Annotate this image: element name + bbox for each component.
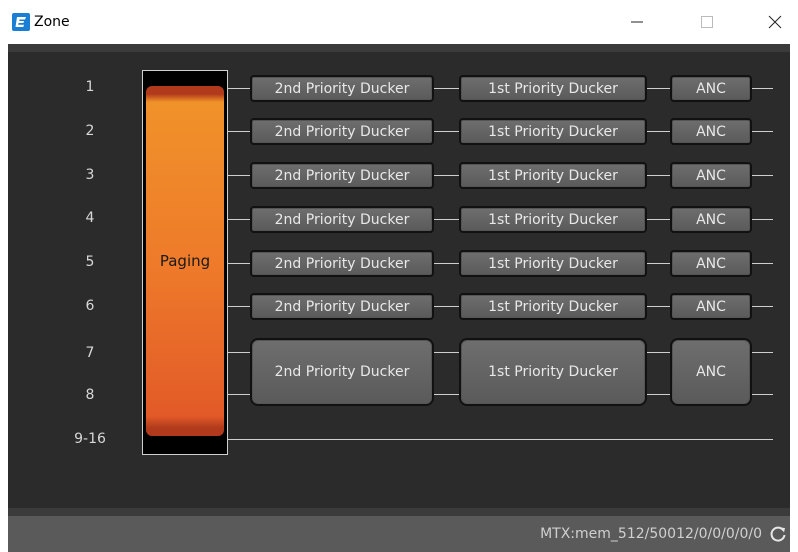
second-priority-ducker-button-2[interactable]: 2nd Priority Ducker bbox=[250, 118, 434, 145]
signal-line bbox=[228, 131, 250, 132]
signal-line bbox=[647, 175, 670, 176]
signal-line bbox=[752, 88, 773, 89]
second-priority-ducker-button-6[interactable]: 2nd Priority Ducker bbox=[250, 293, 434, 320]
signal-line bbox=[647, 219, 670, 220]
status-bar: MTX:mem_512/50012/0/0/0/0/0 bbox=[8, 516, 790, 552]
signal-line bbox=[434, 394, 459, 395]
signal-line bbox=[647, 131, 670, 132]
signal-line bbox=[228, 219, 250, 220]
anc-button-1[interactable]: ANC bbox=[670, 75, 752, 102]
channel-label-4: 4 bbox=[85, 210, 95, 226]
signal-line bbox=[752, 131, 773, 132]
channel-label-1: 1 bbox=[85, 79, 95, 95]
minimize-button[interactable] bbox=[614, 0, 660, 44]
channel-label-8: 8 bbox=[85, 387, 95, 403]
maximize-button[interactable] bbox=[684, 0, 730, 44]
second-priority-ducker-button-3[interactable]: 2nd Priority Ducker bbox=[250, 162, 434, 189]
signal-line bbox=[228, 263, 250, 264]
anc-button-2[interactable]: ANC bbox=[670, 118, 752, 145]
signal-line bbox=[434, 219, 459, 220]
signal-line bbox=[752, 175, 773, 176]
status-text: MTX:mem_512/50012/0/0/0/0/0 bbox=[540, 526, 762, 542]
first-priority-ducker-button-4[interactable]: 1st Priority Ducker bbox=[459, 206, 647, 233]
signal-line bbox=[647, 88, 670, 89]
signal-line bbox=[228, 352, 250, 353]
minimize-icon bbox=[631, 21, 643, 23]
first-priority-ducker-button-2[interactable]: 1st Priority Ducker bbox=[459, 118, 647, 145]
paging-level: Paging bbox=[146, 86, 224, 436]
maximize-icon bbox=[701, 16, 713, 28]
close-icon bbox=[768, 15, 782, 29]
first-priority-ducker-button-1[interactable]: 1st Priority Ducker bbox=[459, 75, 647, 102]
signal-line bbox=[228, 306, 250, 307]
signal-line bbox=[647, 306, 670, 307]
second-priority-ducker-button-5[interactable]: 2nd Priority Ducker bbox=[250, 250, 434, 277]
paging-block[interactable]: Paging bbox=[142, 70, 228, 455]
channel-label-3: 3 bbox=[85, 167, 95, 183]
first-priority-ducker-button-6[interactable]: 1st Priority Ducker bbox=[459, 293, 647, 320]
signal-line bbox=[752, 394, 773, 395]
signal-line bbox=[228, 175, 250, 176]
signal-line bbox=[752, 352, 773, 353]
channel-label-9-16: 9-16 bbox=[74, 431, 106, 447]
signal-line bbox=[228, 394, 250, 395]
first-priority-ducker-button-7-8[interactable]: 1st Priority Ducker bbox=[459, 338, 647, 406]
anc-button-5[interactable]: ANC bbox=[670, 250, 752, 277]
window-title: Zone bbox=[34, 14, 70, 30]
signal-line bbox=[228, 88, 250, 89]
first-priority-ducker-button-3[interactable]: 1st Priority Ducker bbox=[459, 162, 647, 189]
title-bar: Zone bbox=[0, 0, 798, 44]
signal-line bbox=[434, 131, 459, 132]
signal-line bbox=[752, 263, 773, 264]
anc-button-7-8[interactable]: ANC bbox=[670, 338, 752, 406]
signal-line bbox=[752, 306, 773, 307]
refresh-icon[interactable] bbox=[768, 524, 788, 544]
signal-line bbox=[647, 394, 670, 395]
signal-line bbox=[434, 175, 459, 176]
channel-label-5: 5 bbox=[85, 254, 95, 270]
app-logo-icon bbox=[12, 13, 30, 31]
close-button[interactable] bbox=[752, 0, 798, 44]
second-priority-ducker-button-1[interactable]: 2nd Priority Ducker bbox=[250, 75, 434, 102]
second-priority-ducker-button-7-8[interactable]: 2nd Priority Ducker bbox=[250, 338, 434, 406]
signal-line bbox=[434, 263, 459, 264]
channel-label-6: 6 bbox=[85, 298, 95, 314]
anc-button-3[interactable]: ANC bbox=[670, 162, 752, 189]
zone-panel: 1 2 3 4 5 6 7 8 9-16 Paging 2nd Priority… bbox=[8, 52, 790, 508]
channel-label-7: 7 bbox=[85, 345, 95, 361]
anc-button-4[interactable]: ANC bbox=[670, 206, 752, 233]
signal-line bbox=[434, 352, 459, 353]
signal-line bbox=[434, 88, 459, 89]
signal-line bbox=[434, 306, 459, 307]
first-priority-ducker-button-5[interactable]: 1st Priority Ducker bbox=[459, 250, 647, 277]
signal-line-9-16 bbox=[228, 439, 773, 440]
channel-label-2: 2 bbox=[85, 123, 95, 139]
second-priority-ducker-button-4[interactable]: 2nd Priority Ducker bbox=[250, 206, 434, 233]
signal-line bbox=[647, 352, 670, 353]
anc-button-6[interactable]: ANC bbox=[670, 293, 752, 320]
zone-window-body: 1 2 3 4 5 6 7 8 9-16 Paging 2nd Priority… bbox=[8, 44, 790, 552]
signal-line bbox=[647, 263, 670, 264]
signal-line bbox=[752, 219, 773, 220]
paging-label: Paging bbox=[159, 252, 211, 270]
